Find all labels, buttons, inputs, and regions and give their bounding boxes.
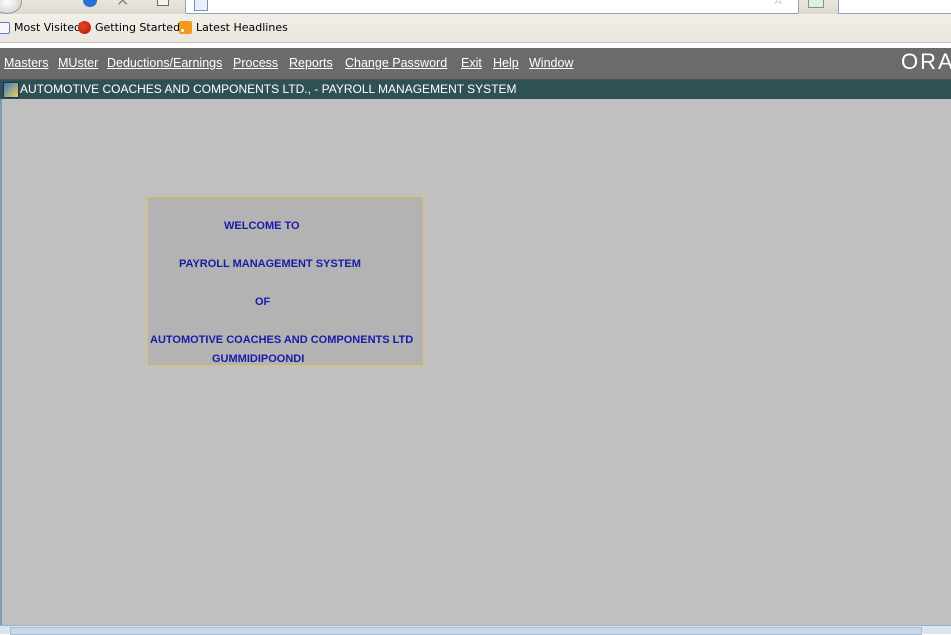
form-canvas — [0, 99, 951, 625]
bookmarks-bar: Most Visited Getting Started Latest Head… — [0, 14, 951, 43]
rss-icon — [179, 21, 192, 34]
welcome-line: WELCOME TO — [224, 220, 300, 232]
menu-process[interactable]: Process — [233, 56, 278, 70]
back-button[interactable] — [0, 0, 22, 14]
stop-icon[interactable]: ✕ — [116, 0, 129, 9]
menu-masters[interactable]: Masters — [4, 56, 48, 70]
menu-exit[interactable]: Exit — [461, 56, 482, 70]
app-icon[interactable] — [3, 82, 19, 98]
oracle-logo: ORA — [901, 49, 951, 74]
welcome-panel: WELCOME TO PAYROLL MANAGEMENT SYSTEM OF … — [147, 196, 424, 366]
browser-toolbar: ✕ ☆ — [0, 0, 951, 14]
firefox-icon — [78, 21, 91, 34]
search-engine-icon[interactable] — [808, 0, 824, 8]
bookmark-label: Most Visited — [14, 21, 81, 34]
bookmark-most-visited[interactable]: Most Visited — [0, 21, 81, 34]
star-icon[interactable]: ☆ — [772, 0, 784, 8]
menu-muster[interactable]: MUster — [58, 56, 98, 70]
menu-reports[interactable]: Reports — [289, 56, 333, 70]
company-location: GUMMIDIPOONDI — [212, 353, 305, 365]
menu-window[interactable]: Window — [529, 56, 573, 70]
home-icon[interactable] — [157, 0, 169, 6]
bookmark-getting-started[interactable]: Getting Started — [78, 21, 180, 34]
folder-icon — [0, 21, 10, 34]
bookmark-label: Latest Headlines — [196, 21, 288, 34]
bookmark-latest-headlines[interactable]: Latest Headlines — [179, 21, 288, 34]
scrollbar-thumb[interactable] — [10, 627, 922, 635]
company-name: AUTOMOTIVE COACHES AND COMPONENTS LTD — [150, 334, 414, 346]
menu-deductions-earnings[interactable]: Deductions/Earnings — [107, 56, 222, 70]
system-name: PAYROLL MANAGEMENT SYSTEM — [179, 258, 361, 270]
window-title: AUTOMOTIVE COACHES AND COMPONENTS LTD., … — [20, 82, 517, 96]
window-title-bar[interactable]: AUTOMOTIVE COACHES AND COMPONENTS LTD., … — [0, 80, 951, 99]
menu-help[interactable]: Help — [493, 56, 519, 70]
welcome-line: OF — [255, 296, 271, 308]
url-bar[interactable]: ☆ — [185, 0, 799, 14]
page-icon — [194, 0, 208, 11]
reload-icon[interactable] — [83, 0, 97, 7]
menu-change-password[interactable]: Change Password — [345, 56, 447, 70]
bookmark-label: Getting Started — [95, 21, 181, 34]
search-input[interactable] — [838, 0, 951, 14]
menu-bar: Masters MUster Deductions/Earnings Proce… — [0, 48, 951, 80]
